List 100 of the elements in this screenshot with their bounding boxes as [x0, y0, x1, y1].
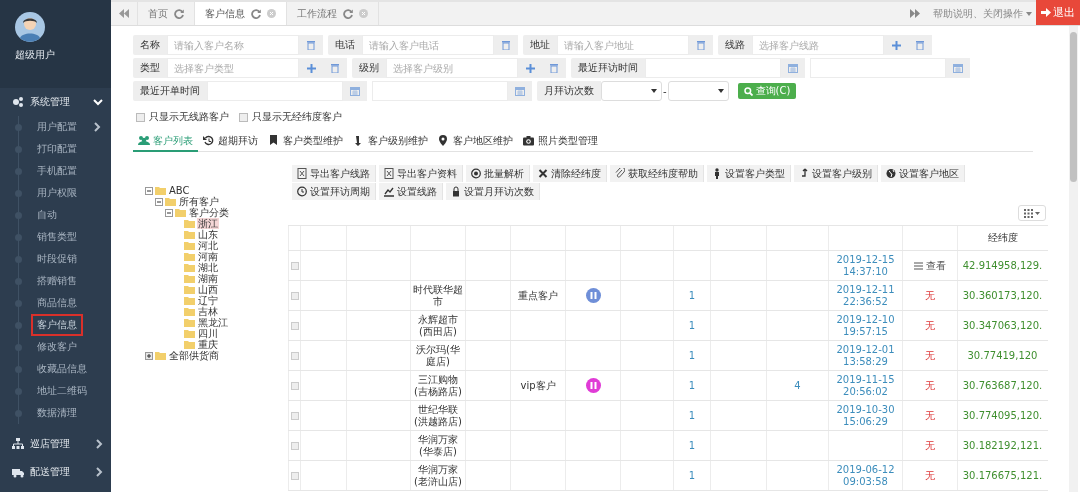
- caret-icon[interactable]: [1026, 11, 1032, 16]
- row-checkbox[interactable]: [290, 471, 299, 480]
- toolbar-button[interactable]: 设置客户类型: [707, 165, 791, 182]
- tree-node[interactable]: 重庆: [197, 339, 219, 350]
- tree-node[interactable]: 黑龙江: [197, 317, 229, 328]
- scrollbar[interactable]: [1069, 26, 1078, 492]
- view-link[interactable]: 查看: [914, 259, 946, 272]
- tree-node[interactable]: 湖南: [197, 273, 219, 284]
- tab[interactable]: 客户类型维护: [263, 131, 348, 152]
- select-field[interactable]: [601, 81, 662, 101]
- toolbar-button[interactable]: 设置客户级别: [794, 165, 878, 182]
- clear-button[interactable]: [494, 35, 518, 55]
- tree-node[interactable]: 吉林: [197, 306, 219, 317]
- menu-item[interactable]: 修改客户: [31, 336, 83, 358]
- close-icon[interactable]: [267, 9, 276, 18]
- menu-item[interactable]: 客户信息: [31, 314, 83, 336]
- menu-item[interactable]: 自动: [31, 204, 63, 226]
- clear-button[interactable]: [908, 35, 932, 55]
- toolbar-button[interactable]: 设置月拜访次数: [446, 183, 540, 200]
- tab[interactable]: 客户级别维护: [348, 131, 433, 152]
- clear-button[interactable]: [542, 58, 566, 78]
- input-field[interactable]: 选择客户线路: [752, 35, 884, 55]
- calendar-button[interactable]: [946, 58, 970, 78]
- double-chevron-left-icon[interactable]: [119, 9, 129, 18]
- calendar-button[interactable]: [343, 81, 367, 101]
- tree-node[interactable]: 河南: [197, 251, 219, 262]
- checkbox-label[interactable]: 只显示无经纬度客户: [252, 110, 342, 124]
- menu-group[interactable]: 巡店管理: [0, 430, 111, 458]
- input-field[interactable]: 选择客户级别: [386, 58, 518, 78]
- row-checkbox[interactable]: [290, 351, 299, 360]
- tree-node[interactable]: ABC: [168, 185, 191, 196]
- toolbar-button[interactable]: 导出客户线路: [292, 165, 376, 182]
- select-field[interactable]: [667, 81, 729, 101]
- input-field[interactable]: 请输入客户名称: [167, 35, 299, 55]
- input-field[interactable]: 请输入客户地址: [557, 35, 689, 55]
- expand-icon[interactable]: [145, 351, 153, 360]
- menu-item[interactable]: 用户配置: [31, 116, 83, 138]
- tab[interactable]: 客户列表: [133, 131, 198, 152]
- tree-node[interactable]: 浙江: [197, 218, 219, 229]
- tree-node[interactable]: 客户分类: [188, 207, 230, 218]
- refresh-icon[interactable]: [251, 8, 261, 19]
- refresh-icon[interactable]: [174, 8, 184, 19]
- tree-node[interactable]: 河北: [197, 240, 219, 251]
- toolbar-button[interactable]: 清除经纬度: [533, 165, 607, 182]
- tab[interactable]: 客户信息: [195, 2, 287, 25]
- menu-item[interactable]: 商品信息: [31, 292, 83, 314]
- collapse-icon[interactable]: [155, 197, 163, 206]
- tab[interactable]: 客户地区维护: [433, 131, 518, 152]
- tab[interactable]: 照片类型管理: [518, 131, 603, 152]
- collapse-icon[interactable]: [145, 186, 153, 195]
- menu-item[interactable]: 销售类型: [31, 226, 83, 248]
- add-button[interactable]: [884, 35, 908, 55]
- tree-node[interactable]: 山东: [197, 229, 219, 240]
- clear-button[interactable]: [299, 35, 323, 55]
- row-checkbox[interactable]: [290, 381, 299, 390]
- toolbar-button[interactable]: 导出客户资料: [379, 165, 463, 182]
- row-checkbox[interactable]: [290, 291, 299, 300]
- menu-item[interactable]: 地址二维码: [31, 380, 93, 402]
- add-button[interactable]: [299, 58, 323, 78]
- menu-item[interactable]: 数据清理: [31, 402, 83, 424]
- menu-item[interactable]: 时段促销: [31, 248, 83, 270]
- tab[interactable]: 超期拜访: [198, 131, 263, 152]
- checkbox-label[interactable]: 只显示无线路客户: [149, 110, 229, 124]
- clear-button[interactable]: [323, 58, 347, 78]
- tree-node[interactable]: 全部供货商: [168, 350, 220, 361]
- menu-item[interactable]: 打印配置: [31, 138, 83, 160]
- menu-group[interactable]: 配送管理: [0, 458, 111, 486]
- calendar-button[interactable]: [781, 58, 805, 78]
- menu-item[interactable]: 手机配置: [31, 160, 83, 182]
- row-checkbox[interactable]: [290, 261, 299, 270]
- tree-node[interactable]: 四川: [197, 328, 219, 339]
- double-chevron-right-icon[interactable]: [910, 9, 920, 18]
- tab[interactable]: 工作流程: [287, 2, 379, 25]
- menu-item[interactable]: 用户权限: [31, 182, 83, 204]
- tree-node[interactable]: 辽宁: [197, 295, 219, 306]
- tree-node[interactable]: 湖北: [197, 262, 219, 273]
- toolbar-button[interactable]: 设置拜访周期: [292, 183, 376, 200]
- row-checkbox[interactable]: [290, 411, 299, 420]
- toolbar-button[interactable]: 获取经纬度帮助: [610, 165, 704, 182]
- calendar-button[interactable]: [508, 81, 532, 101]
- add-button[interactable]: [518, 58, 542, 78]
- collapse-icon[interactable]: [165, 208, 173, 217]
- close-icon[interactable]: [359, 9, 368, 18]
- toolbar-button[interactable]: 设置线路: [379, 183, 443, 200]
- input-field[interactable]: 选择客户类型: [167, 58, 299, 78]
- row-checkbox[interactable]: [290, 321, 299, 330]
- logout-button[interactable]: 退出: [1036, 0, 1080, 25]
- input-field[interactable]: 请输入客户电话: [362, 35, 494, 55]
- tree-node[interactable]: 所有客户: [178, 196, 220, 207]
- menu-item[interactable]: 搭赠销售: [31, 270, 83, 292]
- toolbar-button[interactable]: 设置客户地区: [881, 165, 965, 182]
- tree-node[interactable]: 山西: [197, 284, 219, 295]
- clear-button[interactable]: [689, 35, 713, 55]
- menu-group[interactable]: 系统管理: [0, 88, 111, 116]
- menu-item[interactable]: 收藏品信息: [31, 358, 93, 380]
- toolbar-button[interactable]: 批量解析: [466, 165, 530, 182]
- refresh-icon[interactable]: [343, 8, 353, 19]
- checkbox[interactable]: [136, 112, 145, 122]
- row-checkbox[interactable]: [290, 441, 299, 450]
- checkbox[interactable]: [239, 112, 248, 122]
